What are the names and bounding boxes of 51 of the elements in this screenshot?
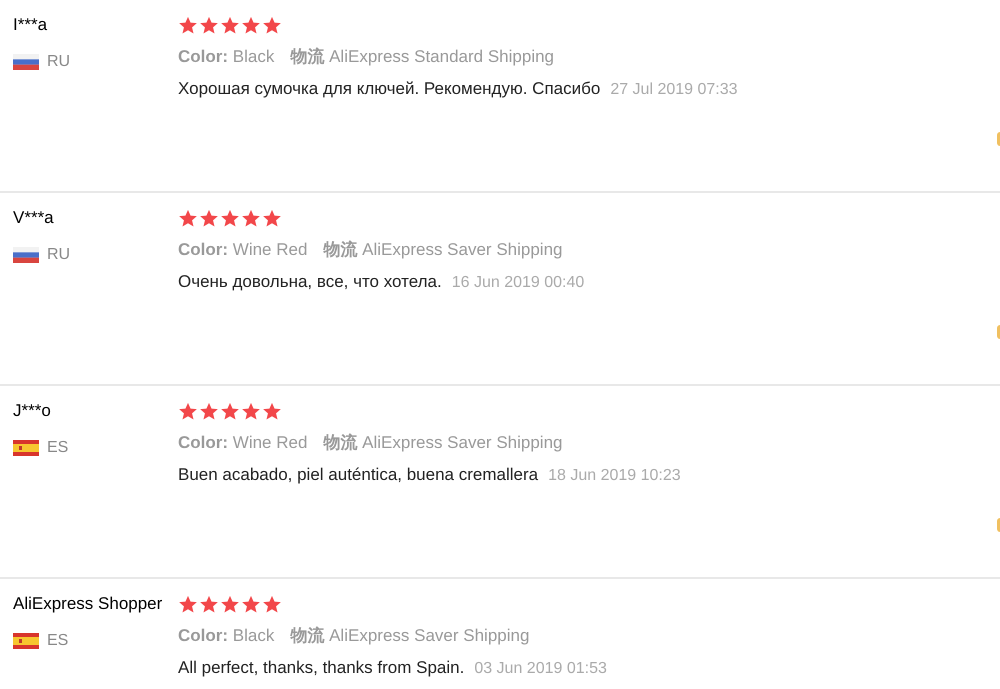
review-text: Очень довольна, все, что хотела. xyxy=(178,271,442,293)
country-code: RU xyxy=(47,52,70,72)
review-date: 03 Jun 2019 01:53 xyxy=(474,659,607,679)
flag-icon xyxy=(13,247,39,263)
reviewer-name: AliExpress Shopper xyxy=(13,593,164,615)
star-icon xyxy=(262,402,282,420)
review-text: All perfect, thanks, thanks from Spain. xyxy=(178,657,464,679)
flag-icon xyxy=(13,440,39,456)
star-icon xyxy=(241,594,261,614)
edge-mark xyxy=(997,518,1000,532)
star-icon xyxy=(178,402,198,420)
star-icon xyxy=(199,594,219,614)
star-icon xyxy=(220,208,240,228)
review-date: 27 Jul 2019 07:33 xyxy=(610,80,738,100)
color-info: Color: Black xyxy=(178,625,274,647)
shipping-info: 物流 AliExpress Saver Shipping xyxy=(323,239,562,261)
country-code: RU xyxy=(47,245,70,265)
flag-icon xyxy=(13,633,39,649)
star-icon xyxy=(199,208,219,228)
star-icon xyxy=(220,16,240,34)
star-icon xyxy=(241,402,261,420)
star-icon xyxy=(178,594,198,614)
star-icon xyxy=(178,16,198,34)
star-icon xyxy=(178,208,198,228)
star-icon xyxy=(262,16,282,34)
color-info: Color: Black xyxy=(178,46,274,68)
reviewer-name: I***a xyxy=(13,14,48,36)
edge-mark xyxy=(997,132,1000,146)
star-icon xyxy=(199,402,219,420)
shipping-info: 物流 AliExpress Saver Shipping xyxy=(323,432,562,454)
flag-icon xyxy=(13,54,39,70)
star-icon xyxy=(241,208,261,228)
country-code: ES xyxy=(47,438,68,458)
reviewer-name: J***o xyxy=(13,400,52,422)
star-icon xyxy=(220,594,240,614)
review-text: Хорошая сумочка для ключей. Рекомендую. Спасибо xyxy=(178,78,600,100)
shipping-info: 物流 AliExpress Saver Shipping xyxy=(290,625,530,647)
review-date: 16 Jun 2019 00:40 xyxy=(452,273,584,293)
reviewer-name: V***a xyxy=(13,207,55,229)
color-info: Color: Wine Red xyxy=(178,432,308,454)
star-icon xyxy=(199,16,219,34)
star-icon xyxy=(262,208,282,228)
color-info: Color: Wine Red xyxy=(178,239,308,261)
shipping-info: 物流 AliExpress Standard Shipping xyxy=(290,46,554,68)
review-text: Buen acabado, piel auténtica, buena cremallera xyxy=(178,464,538,486)
review-date: 18 Jun 2019 10:23 xyxy=(548,466,681,486)
country-code: ES xyxy=(47,631,68,651)
edge-mark xyxy=(997,325,1000,339)
star-icon xyxy=(220,402,240,420)
star-icon xyxy=(241,16,261,34)
star-icon xyxy=(262,594,282,614)
